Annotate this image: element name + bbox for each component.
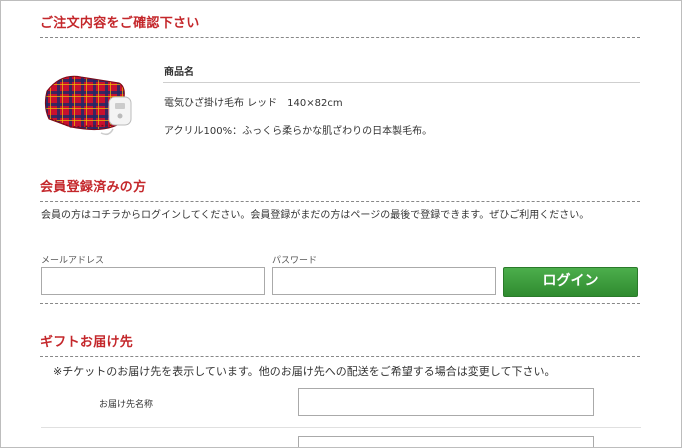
recipient-label: お届け先名称 <box>99 400 154 410</box>
login-button[interactable]: ログイン <box>503 267 638 297</box>
product-header: 商品名 <box>164 67 194 78</box>
password-field[interactable] <box>272 267 496 295</box>
product-image <box>44 75 132 136</box>
row-divider <box>41 427 641 428</box>
product-divider <box>163 82 640 83</box>
member-description: 会員の方はコチラからログインしてください。会員登録がまだの方はページの最後で登録… <box>41 210 590 221</box>
product-name: 電気ひざ掛け毛布 レッド 140×82cm <box>164 98 343 109</box>
member-section-title: 会員登録済みの方 <box>40 176 640 202</box>
gift-note: ※チケットのお届け先を表示しています。他のお届け先への配送をご希望する場合は変更… <box>53 365 556 378</box>
product-description: アクリル100%：ふっくら柔らかな肌ざわりの日本製毛布。 <box>164 126 433 137</box>
email-label: メールアドレス <box>41 256 105 266</box>
password-label: パスワード <box>272 256 318 266</box>
page-frame: ご注文内容をご確認下さい 商品名 電気ひざ掛け毛布 レッド 140×82cm ア… <box>0 0 682 448</box>
next-field-partial[interactable] <box>298 436 594 447</box>
member-section-divider <box>40 303 640 304</box>
email-field[interactable] <box>41 267 265 295</box>
gift-section-title: ギフトお届け先 <box>40 331 640 357</box>
order-section-title: ご注文内容をご確認下さい <box>40 12 640 38</box>
recipient-field[interactable] <box>298 388 594 416</box>
